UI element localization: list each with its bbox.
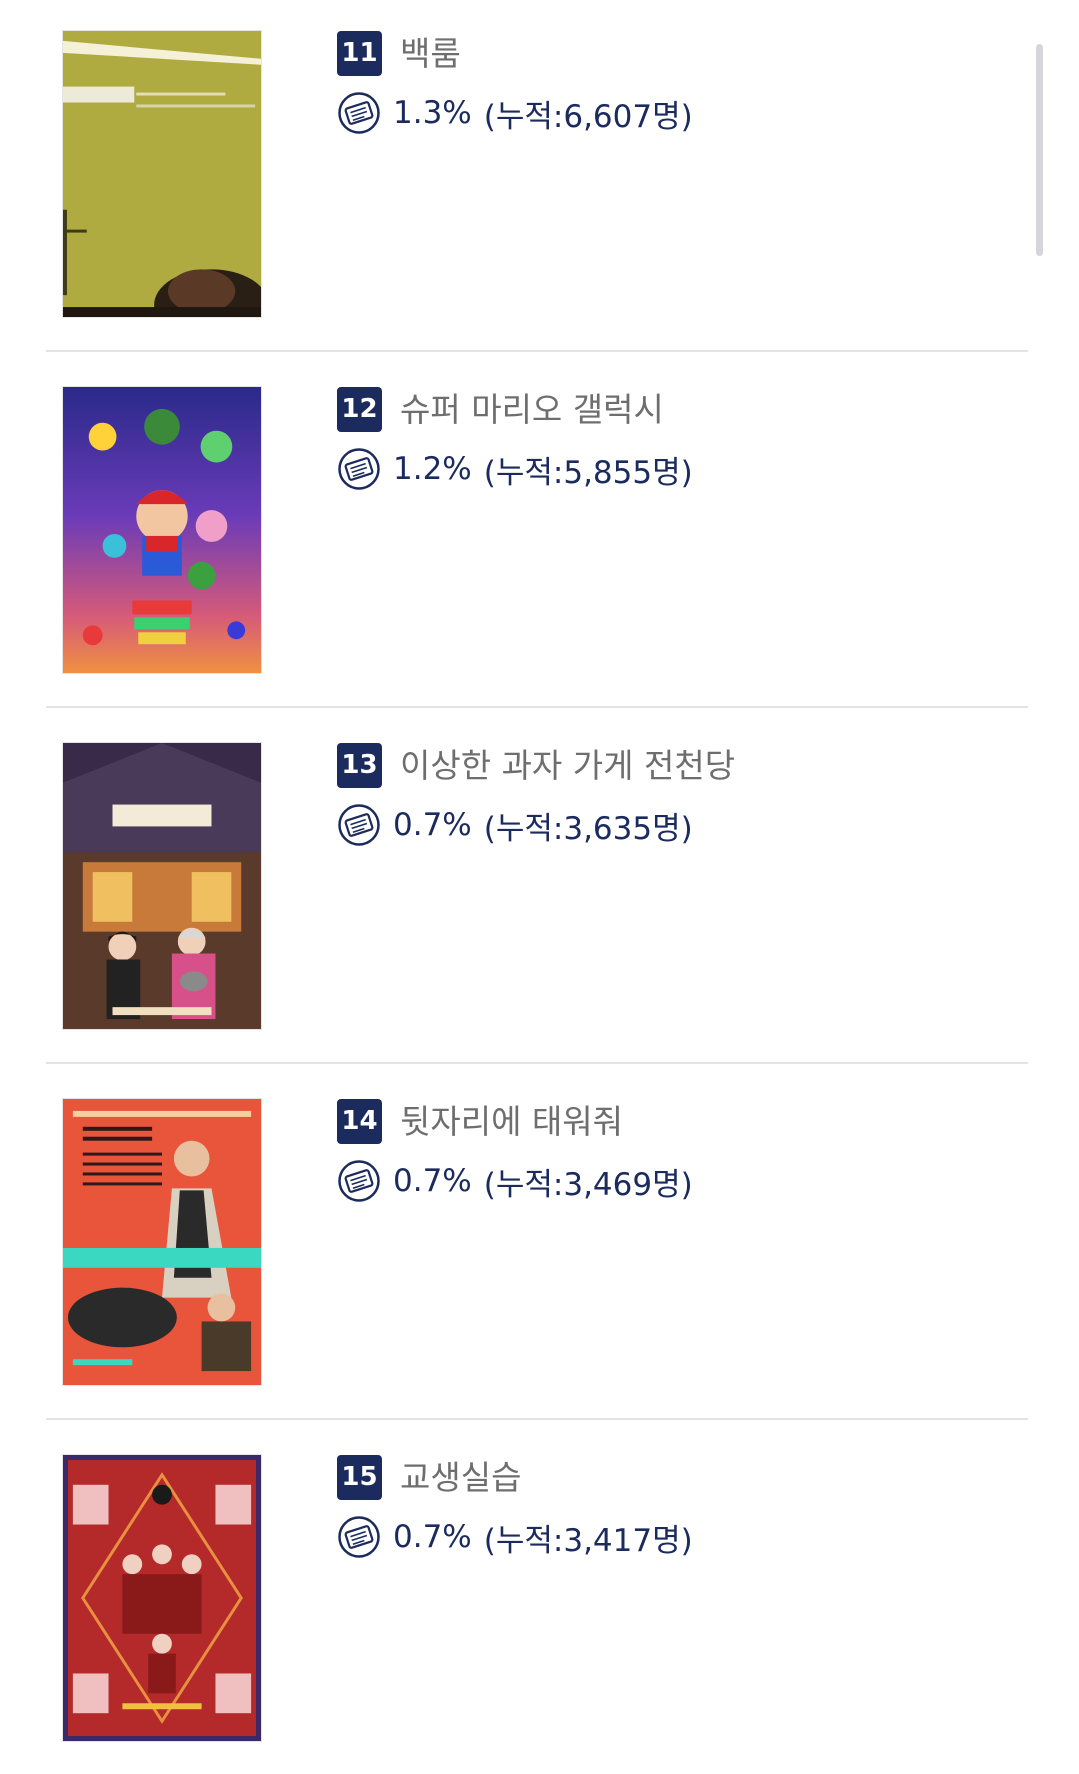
- scrollbar[interactable]: [1036, 44, 1043, 256]
- audience-stats: 0.7% (누적:3,635명): [337, 802, 693, 848]
- movie-title[interactable]: 슈퍼 마리오 갤럭시: [400, 387, 664, 432]
- movie-title[interactable]: 백룸: [400, 31, 461, 76]
- cumulative-audience: (누적:6,607명): [483, 98, 693, 135]
- list-item[interactable]: 12 슈퍼 마리오 갤럭시 1.2% (누적:5,855명): [0, 356, 1079, 710]
- movie-title[interactable]: 뒷자리에 태워줘: [400, 1099, 623, 1144]
- divider: [46, 706, 1028, 708]
- movie-poster[interactable]: [62, 1098, 262, 1386]
- list-item[interactable]: 13 이상한 과자 가게 전천당 0.7% (누적:3,635명): [0, 712, 1079, 1066]
- movie-poster[interactable]: [62, 386, 262, 674]
- divider: [46, 350, 1028, 352]
- movie-title[interactable]: 이상한 과자 가게 전천당: [400, 743, 735, 788]
- audience-stats: 1.3% (누적:6,607명): [337, 90, 693, 136]
- movie-poster[interactable]: [62, 742, 262, 1030]
- divider: [46, 1418, 1028, 1420]
- rank-badge: 12: [337, 387, 382, 432]
- ticket-icon: [337, 447, 381, 491]
- divider: [46, 1062, 1028, 1064]
- ticket-icon: [337, 1159, 381, 1203]
- audience-share: 1.2%: [393, 451, 472, 487]
- cumulative-audience: (누적:3,635명): [483, 810, 693, 847]
- cumulative-audience: (누적:3,417명): [483, 1522, 693, 1559]
- list-item[interactable]: 14 뒷자리에 태워줘 0.7% (누적:3,469명): [0, 1068, 1079, 1422]
- rank-badge: 11: [337, 31, 382, 76]
- audience-share: 0.7%: [393, 1519, 472, 1555]
- audience-share: 0.7%: [393, 807, 472, 843]
- movie-ranking-page: 11 백룸 1.3% (누적:6,607명) 12 슈퍼 마리오 갤럭시 1.2…: [0, 0, 1079, 1774]
- audience-share: 1.3%: [393, 95, 472, 131]
- audience-share: 0.7%: [393, 1163, 472, 1199]
- rank-badge: 15: [337, 1455, 382, 1500]
- ticket-icon: [337, 91, 381, 135]
- rank-badge: 14: [337, 1099, 382, 1144]
- list-item[interactable]: 11 백룸 1.3% (누적:6,607명): [0, 0, 1079, 354]
- ticket-icon: [337, 803, 381, 847]
- audience-stats: 1.2% (누적:5,855명): [337, 446, 693, 492]
- audience-stats: 0.7% (누적:3,469명): [337, 1158, 693, 1204]
- list-item[interactable]: 15 교생실습 0.7% (누적:3,417명): [0, 1424, 1079, 1774]
- movie-poster[interactable]: [62, 1454, 262, 1742]
- audience-stats: 0.7% (누적:3,417명): [337, 1514, 693, 1560]
- cumulative-audience: (누적:3,469명): [483, 1166, 693, 1203]
- movie-title[interactable]: 교생실습: [400, 1455, 521, 1500]
- movie-poster[interactable]: [62, 30, 262, 318]
- rank-badge: 13: [337, 743, 382, 788]
- cumulative-audience: (누적:5,855명): [483, 454, 693, 491]
- ticket-icon: [337, 1515, 381, 1559]
